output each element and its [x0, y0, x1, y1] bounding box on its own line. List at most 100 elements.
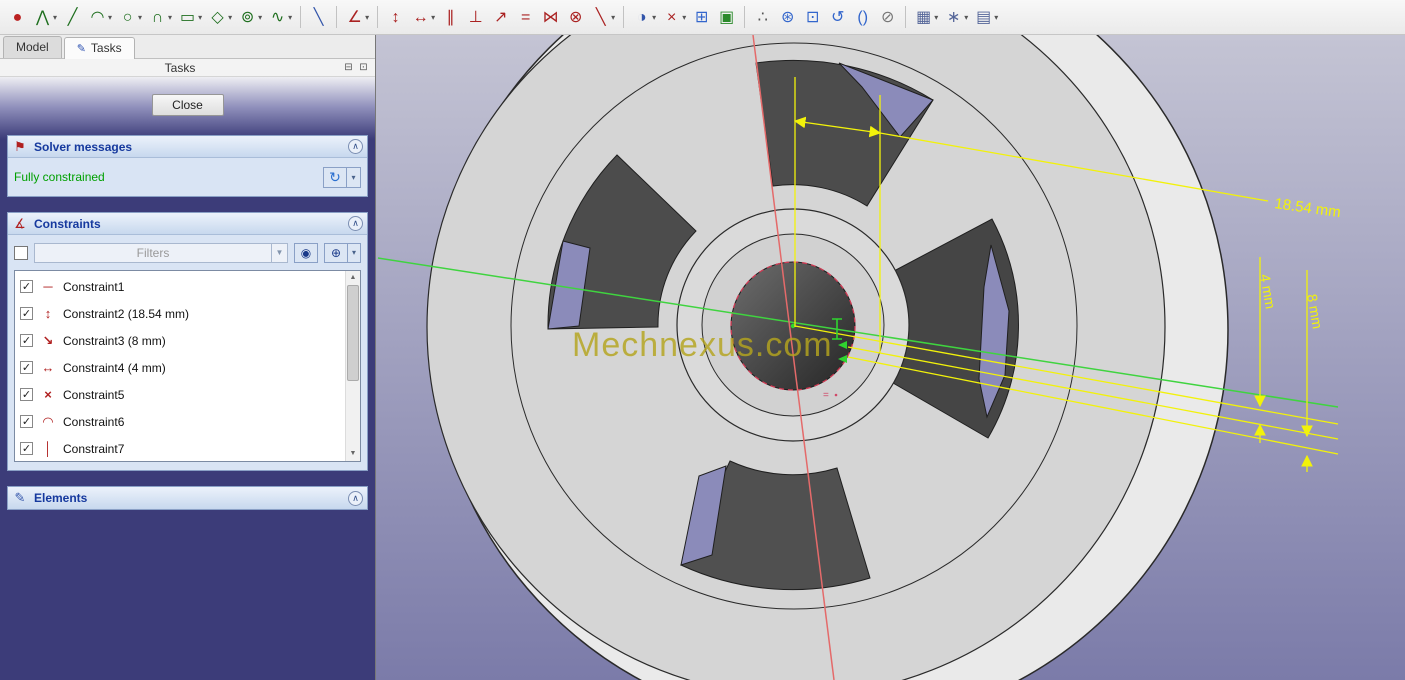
tool-constrain-perpendicular[interactable]: ⊥ — [463, 4, 488, 31]
show-hide-eye-icon[interactable]: ◉ — [294, 243, 318, 263]
dropdown-arrow-icon[interactable]: ▾ — [288, 13, 292, 22]
tab-tasks[interactable]: ✎ Tasks — [63, 37, 135, 59]
constraints-title: Constraints — [34, 216, 101, 231]
3d-viewport[interactable]: 18.54 mm 4 mm 8 mm = Mechnexus.com — [376, 35, 1405, 680]
constraints-header[interactable]: ∡ Constraints ∧ — [8, 213, 367, 235]
dropdown-arrow-icon[interactable]: ▾ — [611, 13, 615, 22]
constraint-checkbox[interactable]: ✓ — [20, 415, 33, 428]
refresh-icon[interactable]: ↻ — [323, 166, 347, 188]
scroll-up-icon[interactable]: ▲ — [346, 271, 360, 285]
tool-constrain-distance[interactable]: ╲ ▾ — [588, 4, 618, 31]
constraint-list-item[interactable]: ✓ ◠ Constraint6 — [18, 408, 344, 435]
constraint-list-item[interactable]: ✓ ↘ Constraint3 (8 mm) — [18, 327, 344, 354]
constraint-checkbox[interactable]: ✓ — [20, 334, 33, 347]
dropdown-arrow-icon[interactable]: ▾ — [228, 13, 232, 22]
tool-slot[interactable]: ⊚ ▾ — [235, 4, 265, 31]
tool-arc[interactable]: ◠ ▾ — [85, 4, 115, 31]
constraint-checkbox[interactable]: ✓ — [20, 442, 33, 455]
tool-constrain-block[interactable]: ⊗ — [563, 4, 588, 31]
dropdown-arrow-icon[interactable]: ▾ — [934, 13, 938, 22]
tool-constrain-equal[interactable]: = — [513, 4, 538, 31]
close-button[interactable]: Close — [151, 94, 224, 116]
tool-rendering-order[interactable]: ▤ ▾ — [971, 4, 1001, 31]
tool-reorient-view[interactable]: ↺ — [825, 4, 850, 31]
constraint-label: Constraint3 (8 mm) — [63, 333, 166, 348]
dropdown-arrow-icon[interactable]: ▾ — [258, 13, 262, 22]
filter-checkbox[interactable] — [14, 246, 28, 260]
dropdown-arrow-icon[interactable]: ▾ — [682, 13, 686, 22]
tool-line[interactable]: ╱ — [60, 4, 85, 31]
constraint-list-item[interactable]: ✓ × Constraint5 — [18, 381, 344, 408]
tool-carbon-copy[interactable]: ▣ — [714, 4, 739, 31]
tool-constrain-angle[interactable]: ∠ ▾ — [342, 4, 372, 31]
constrain-perpendicular-icon: ⊥ — [468, 8, 483, 26]
dropdown-arrow-icon[interactable]: ▾ — [365, 13, 369, 22]
dropdown-arrow-icon[interactable]: ▾ — [108, 13, 112, 22]
constraint-settings-icon[interactable]: ⊕ — [324, 243, 348, 263]
dropdown-arrow-icon[interactable]: ▾ — [431, 13, 435, 22]
dropdown-arrow-icon[interactable]: ▾ — [964, 13, 968, 22]
filters-dropdown[interactable]: Filters ▼ — [34, 243, 288, 263]
constraints-section: ∡ Constraints ∧ Filters ▼ ◉ ⊕ ▾ ✓ ─ Cons… — [7, 212, 368, 471]
constraint-checkbox[interactable]: ✓ — [20, 388, 33, 401]
constraint-list-item[interactable]: ✓ │ Constraint7 — [18, 435, 344, 461]
constraint-list-item[interactable]: ✓ ↔ Constraint4 (4 mm) — [18, 354, 344, 381]
tool-stop-operation[interactable]: ⊘ — [875, 4, 900, 31]
dropdown-arrow-icon[interactable]: ▾ — [198, 13, 202, 22]
tool-constrain-tangent[interactable]: ↗ — [488, 4, 513, 31]
dropdown-arrow-icon[interactable]: ▾ — [168, 13, 172, 22]
sketch-canvas[interactable]: 18.54 mm 4 mm 8 mm = Mechnexus.com — [376, 35, 1405, 680]
constraint-list-item[interactable]: ✓ ─ Constraint1 — [18, 273, 344, 300]
solver-messages-header[interactable]: ⚑ Solver messages ∧ — [8, 136, 367, 158]
panel-float-icon[interactable]: ⊡ — [356, 62, 371, 73]
dropdown-arrow-icon[interactable]: ▾ — [138, 13, 142, 22]
constraint-checkbox[interactable]: ✓ — [20, 307, 33, 320]
scrollbar-thumb[interactable] — [347, 285, 359, 381]
collapse-section-icon[interactable]: ∧ — [348, 139, 363, 154]
dropdown-arrow-icon[interactable]: ▾ — [652, 13, 656, 22]
tool-sketch-edit-tool[interactable]: ╲ — [306, 4, 331, 31]
toolbar-separator — [905, 6, 907, 28]
panel-minimize-icon[interactable]: ⊟ — [341, 62, 356, 73]
dropdown-arrow-icon[interactable]: ▾ — [994, 13, 998, 22]
constraint-label: Constraint7 — [63, 441, 125, 456]
tool-external-geometry[interactable]: ⊞ — [689, 4, 714, 31]
tool-constrain-vertical-distance[interactable]: ↕ — [383, 4, 408, 31]
dropdown-arrow-icon[interactable]: ▾ — [53, 13, 57, 22]
toolbar: ● ⋀ ▾ ╱ ◠ ▾ ○ ▾ ∩ ▾ ▭ ▾ ◇ ▾ ⊚ ▾ ∿ ▾ ╲ ∠ ▾ ↕ ↔ ▾ ∥ ⊥ ↗ = ⋈ ⊗ ╲ ▾ ◑ ▾ × ▾ ⊞ ▣ ∴ ⊛… — [0, 0, 1405, 35]
tool-select-dof[interactable]: ∴ — [750, 4, 775, 31]
constraint-list-item[interactable]: ✓ ↕ Constraint2 (18.54 mm) — [18, 300, 344, 327]
tool-toggle-active-constraint[interactable]: × ▾ — [659, 4, 689, 31]
tool-toggle-driving-constraint[interactable]: ◑ ▾ — [629, 4, 659, 31]
tool-constrain-symmetric[interactable]: ⋈ — [538, 4, 563, 31]
tool-rectangle[interactable]: ▭ ▾ — [175, 4, 205, 31]
tool-toggle-grid[interactable]: ▦ ▾ — [911, 4, 941, 31]
tool-section-view[interactable]: () — [850, 4, 875, 31]
constraint-checkbox[interactable]: ✓ — [20, 280, 33, 293]
chevron-down-icon[interactable]: ▼ — [271, 244, 287, 262]
tool-constrain-horizontal-distance[interactable]: ↔ ▾ — [408, 4, 438, 31]
tool-select-elements[interactable]: ⊡ — [800, 4, 825, 31]
elements-header[interactable]: ✎ Elements ∧ — [8, 487, 367, 509]
section-view-icon: () — [857, 8, 869, 26]
tool-validate-sketch[interactable]: ⊛ — [775, 4, 800, 31]
tool-circle[interactable]: ○ ▾ — [115, 4, 145, 31]
tab-model[interactable]: Model — [3, 36, 62, 58]
tool-constrain-parallel[interactable]: ∥ — [438, 4, 463, 31]
collapse-section-icon[interactable]: ∧ — [348, 490, 363, 506]
refresh-dropdown-icon[interactable]: ▾ — [347, 166, 361, 188]
tool-polygon[interactable]: ◇ ▾ — [205, 4, 235, 31]
tool-bspline[interactable]: ∿ ▾ — [265, 4, 295, 31]
constrain-angle-icon: ∠ — [347, 8, 362, 26]
constraint-label: Constraint5 — [63, 387, 125, 402]
tool-toggle-snap[interactable]: ∗ ▾ — [941, 4, 971, 31]
tool-polyline[interactable]: ⋀ ▾ — [30, 4, 60, 31]
constraint-list-scrollbar[interactable]: ▲ ▼ — [345, 271, 360, 461]
tool-conic[interactable]: ∩ ▾ — [145, 4, 175, 31]
settings-dropdown-icon[interactable]: ▾ — [348, 243, 361, 263]
elements-icon: ✎ — [14, 490, 26, 505]
collapse-section-icon[interactable]: ∧ — [348, 216, 363, 231]
tool-point[interactable]: ● — [5, 4, 30, 31]
scroll-down-icon[interactable]: ▼ — [346, 447, 360, 461]
constraint-checkbox[interactable]: ✓ — [20, 361, 33, 374]
